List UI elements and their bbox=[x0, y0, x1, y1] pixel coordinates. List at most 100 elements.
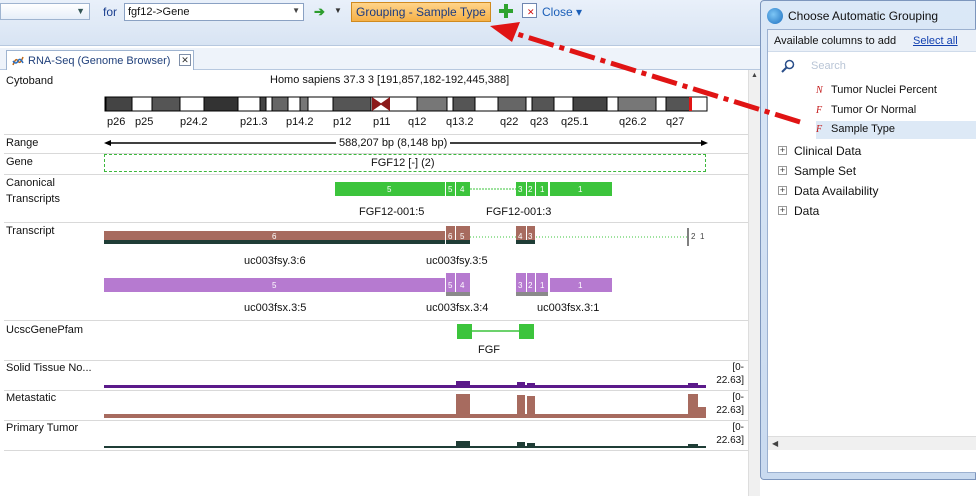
available-columns-label: Available columns to add bbox=[774, 35, 897, 47]
group-label: Sample Set bbox=[794, 164, 857, 178]
svg-text:3: 3 bbox=[518, 281, 523, 290]
search-field[interactable]: Search bbox=[776, 56, 976, 76]
group-label: Clinical Data bbox=[794, 144, 862, 158]
cytoband-ideogram: 5 5 4 3 2 1 1 6 6 5 4 3 2 1 5 5 4 3 2 1 … bbox=[104, 96, 708, 448]
exon-number: 3 bbox=[518, 185, 523, 194]
gene-search-value: fgf12->Gene bbox=[128, 6, 190, 18]
for-label: for bbox=[103, 5, 118, 19]
go-arrow-icon[interactable]: ➔ bbox=[314, 4, 325, 20]
svg-text:5: 5 bbox=[460, 232, 465, 241]
group-clinical-data[interactable]: + Clinical Data bbox=[778, 143, 976, 161]
dialog-title: Choose Automatic Grouping bbox=[788, 9, 939, 23]
gene-search-combo[interactable]: fgf12->Gene ▼ bbox=[124, 3, 304, 21]
add-icon[interactable] bbox=[498, 3, 514, 19]
genome-browser: ▲ Cytoband Range Gene Canonical Transcri… bbox=[0, 70, 760, 496]
factor-column-icon: F bbox=[816, 124, 823, 135]
grouping-button[interactable]: Grouping - Sample Type bbox=[351, 2, 491, 22]
group-label: Data bbox=[794, 204, 820, 218]
band-label: p25 bbox=[135, 116, 154, 128]
band-label: p11 bbox=[373, 116, 391, 128]
track-scale: [0- 22.63] bbox=[716, 391, 744, 417]
rna-seq-icon bbox=[12, 56, 24, 66]
chevron-down-icon: ▼ bbox=[76, 6, 85, 16]
transcript-name[interactable]: uc003fsx.3:4 bbox=[426, 302, 488, 314]
transcript-name[interactable]: uc003fsx.3:5 bbox=[244, 302, 306, 314]
expand-icon[interactable]: + bbox=[778, 206, 787, 215]
range-value: 588,207 bp (8,148 bp) bbox=[336, 137, 451, 149]
svg-text:1: 1 bbox=[540, 281, 545, 290]
choose-grouping-dialog: Choose Automatic Grouping Available colu… bbox=[760, 0, 976, 480]
scale-top: [0- bbox=[732, 422, 744, 433]
exon-number: 5 bbox=[387, 185, 392, 194]
dialog-title-bar: Choose Automatic Grouping bbox=[767, 7, 976, 25]
close-button[interactable]: Close ▾ bbox=[542, 5, 582, 19]
svg-text:5: 5 bbox=[272, 281, 277, 290]
exon-number: 1 bbox=[540, 185, 545, 194]
scale-bottom: 22.63] bbox=[716, 435, 744, 446]
group-label: Data Availability bbox=[794, 184, 879, 198]
expand-icon[interactable]: + bbox=[778, 186, 787, 195]
scroll-left-icon[interactable]: ◀ bbox=[772, 439, 778, 448]
band-label: p26 bbox=[107, 116, 126, 128]
column-item-tumor-or-normal[interactable]: F Tumor Or Normal bbox=[816, 102, 976, 120]
svg-text:1: 1 bbox=[578, 281, 583, 290]
group-data[interactable]: + Data bbox=[778, 203, 976, 221]
band-label: p14.2 bbox=[286, 116, 314, 128]
search-placeholder: Search bbox=[811, 60, 846, 72]
svg-text:6: 6 bbox=[272, 232, 277, 241]
exon-number: 1 bbox=[578, 185, 583, 194]
column-label: Tumor Or Normal bbox=[831, 104, 917, 116]
group-data-availability[interactable]: + Data Availability bbox=[778, 183, 976, 201]
app-logo-icon bbox=[767, 8, 783, 24]
back-dropdown[interactable]: ▼ bbox=[0, 3, 90, 20]
transcript-name[interactable]: uc003fsx.3:1 bbox=[537, 302, 599, 314]
factor-column-icon: F bbox=[816, 105, 823, 116]
expand-icon[interactable]: + bbox=[778, 146, 787, 155]
pfam-domain-name[interactable]: FGF bbox=[478, 344, 500, 356]
band-label: p21.3 bbox=[240, 116, 268, 128]
band-label: q26.2 bbox=[619, 116, 647, 128]
dialog-body: Available columns to add Select all Sear… bbox=[767, 29, 976, 473]
svg-text:5: 5 bbox=[448, 281, 453, 290]
band-label: q22 bbox=[500, 116, 519, 128]
column-label: Sample Type bbox=[831, 123, 896, 135]
horizontal-scrollbar[interactable]: ◀ bbox=[768, 436, 976, 450]
chevron-down-icon[interactable]: ▼ bbox=[334, 6, 342, 15]
band-label: p12 bbox=[333, 116, 352, 128]
canonical-transcript-name[interactable]: FGF12-001:3 bbox=[486, 206, 551, 218]
search-icon bbox=[781, 59, 795, 73]
chevron-down-icon[interactable]: ▼ bbox=[292, 6, 300, 15]
transcript-name[interactable]: uc003fsy.3:5 bbox=[426, 255, 488, 267]
scale-bottom: 22.63] bbox=[716, 405, 744, 416]
dialog-header: Available columns to add Select all bbox=[768, 30, 976, 52]
svg-text:2: 2 bbox=[691, 232, 696, 241]
select-all-link[interactable]: Select all bbox=[913, 35, 958, 47]
track-scale: [0- 22.63] bbox=[716, 361, 744, 387]
numeric-column-icon: N bbox=[816, 85, 823, 96]
group-sample-set[interactable]: + Sample Set bbox=[778, 163, 976, 181]
svg-text:6: 6 bbox=[448, 232, 453, 241]
scale-bottom: 22.63] bbox=[716, 375, 744, 386]
close-tab-icon[interactable]: ✕ bbox=[179, 54, 191, 66]
column-item-sample-type[interactable]: F Sample Type bbox=[816, 121, 976, 139]
svg-text:3: 3 bbox=[528, 232, 533, 241]
scale-top: [0- bbox=[732, 362, 744, 373]
canonical-transcript-name[interactable]: FGF12-001:5 bbox=[359, 206, 424, 218]
gene-feature[interactable]: FGF12 [-] (2) bbox=[104, 154, 706, 172]
expand-icon[interactable]: + bbox=[778, 166, 787, 175]
close-label: Close bbox=[542, 5, 573, 19]
column-label: Tumor Nuclei Percent bbox=[831, 84, 937, 96]
svg-text:1: 1 bbox=[700, 232, 705, 241]
column-item-tumor-nuclei-percent[interactable]: N Tumor Nuclei Percent bbox=[816, 82, 976, 100]
svg-text:4: 4 bbox=[460, 281, 465, 290]
exon-number: 4 bbox=[460, 185, 465, 194]
transcript-name[interactable]: uc003fsy.3:6 bbox=[244, 255, 306, 267]
tab-rna-seq[interactable]: RNA-Seq (Genome Browser) ✕ bbox=[6, 50, 194, 70]
band-label: q12 bbox=[408, 116, 427, 128]
close-icon[interactable] bbox=[522, 3, 537, 18]
svg-text:2: 2 bbox=[528, 281, 533, 290]
band-label: q13.2 bbox=[446, 116, 474, 128]
band-label: q27 bbox=[666, 116, 685, 128]
track-scale: [0- 22.63] bbox=[716, 421, 744, 447]
exon-number: 2 bbox=[528, 185, 533, 194]
